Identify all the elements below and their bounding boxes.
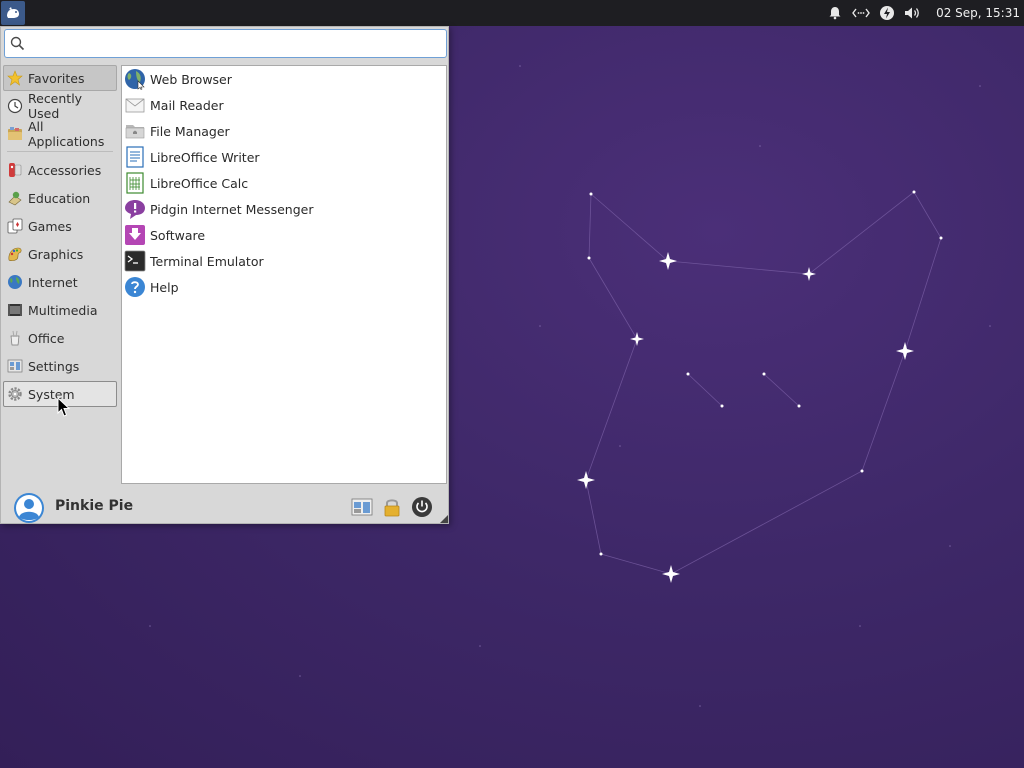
- writer-icon: [126, 146, 144, 168]
- category-all-applications[interactable]: All Applications: [3, 119, 117, 149]
- software-icon: [125, 225, 145, 245]
- notification-bell-icon[interactable]: [822, 0, 848, 26]
- resize-grip-icon[interactable]: [438, 513, 448, 523]
- app-label: Web Browser: [150, 71, 232, 87]
- category-recently-used[interactable]: Recently Used: [3, 91, 117, 121]
- app-web-browser[interactable]: Web Browser: [122, 66, 446, 92]
- network-icon[interactable]: [848, 0, 874, 26]
- office-icon: [10, 330, 20, 346]
- category-education[interactable]: Education: [3, 185, 117, 211]
- category-separator: [7, 151, 113, 152]
- category-graphics[interactable]: Graphics: [3, 241, 117, 267]
- category-label: Office: [28, 330, 65, 346]
- calc-icon: [126, 172, 144, 194]
- favorites-app-list: Web Browser Mail Reader File Manager Lib…: [121, 65, 447, 484]
- category-label: Accessories: [28, 162, 102, 178]
- mouse-pointer-icon: [57, 397, 71, 417]
- lock-icon: [384, 499, 400, 517]
- app-mail-reader[interactable]: Mail Reader: [122, 92, 446, 118]
- games-icon: [7, 218, 23, 234]
- app-label: Terminal Emulator: [150, 253, 264, 269]
- search-icon: [10, 36, 25, 51]
- category-office[interactable]: Office: [3, 325, 117, 351]
- mail-icon: [125, 98, 145, 113]
- app-help[interactable]: Help: [122, 274, 446, 300]
- app-file-manager[interactable]: File Manager: [122, 118, 446, 144]
- app-label: Mail Reader: [150, 97, 224, 113]
- web-browser-icon: [125, 69, 145, 90]
- folder-icon: [8, 127, 22, 140]
- category-label: Settings: [28, 358, 80, 374]
- category-label: Multimedia: [28, 302, 98, 318]
- menu-footer: Pinkie Pie: [1, 489, 448, 523]
- app-label: Help: [150, 279, 179, 295]
- multimedia-icon: [8, 304, 22, 316]
- app-label: Pidgin Internet Messenger: [150, 201, 314, 217]
- category-label: Games: [28, 218, 72, 234]
- top-panel: 02 Sep, 15:31: [0, 0, 1024, 26]
- system-tray: 02 Sep, 15:31: [822, 0, 1024, 26]
- avatar[interactable]: [13, 492, 45, 524]
- settings-icon: [7, 359, 23, 373]
- category-internet[interactable]: Internet: [3, 269, 117, 295]
- power-manager-icon[interactable]: [874, 0, 900, 26]
- app-pidgin[interactable]: Pidgin Internet Messenger: [122, 196, 446, 222]
- log-out-button[interactable]: [410, 495, 434, 519]
- settings-manager-button[interactable]: [350, 495, 374, 519]
- category-label: Graphics: [28, 246, 84, 262]
- whisker-menu-button[interactable]: [1, 1, 25, 25]
- app-label: LibreOffice Writer: [150, 149, 260, 165]
- globe-icon: [8, 275, 22, 289]
- clock-icon: [7, 98, 23, 114]
- app-label: File Manager: [150, 123, 230, 139]
- app-libreoffice-calc[interactable]: LibreOffice Calc: [122, 170, 446, 196]
- volume-icon[interactable]: [900, 0, 926, 26]
- education-icon: [8, 191, 22, 206]
- category-label: Favorites: [28, 70, 85, 86]
- category-list: Favorites Recently Used All Applications…: [3, 65, 117, 409]
- gear-icon: [8, 387, 22, 401]
- panel-clock[interactable]: 02 Sep, 15:31: [926, 6, 1024, 20]
- category-label: Education: [28, 190, 91, 206]
- xfce-mouse-icon: [7, 7, 19, 18]
- whisker-menu: Favorites Recently Used All Applications…: [0, 26, 449, 524]
- category-multimedia[interactable]: Multimedia: [3, 297, 117, 323]
- app-terminal-emulator[interactable]: Terminal Emulator: [122, 248, 446, 274]
- graphics-icon: [8, 247, 22, 261]
- category-settings[interactable]: Settings: [3, 353, 117, 379]
- file-manager-icon: [125, 125, 145, 139]
- search-input[interactable]: [29, 33, 439, 54]
- user-name: Pinkie Pie: [55, 498, 134, 514]
- settings-manager-icon: [351, 498, 373, 516]
- app-libreoffice-writer[interactable]: LibreOffice Writer: [122, 144, 446, 170]
- app-label: LibreOffice Calc: [150, 175, 249, 191]
- category-favorites[interactable]: Favorites: [3, 65, 117, 91]
- category-label: All Applications: [28, 119, 105, 149]
- category-label: Internet: [28, 274, 78, 290]
- search-box[interactable]: [4, 29, 447, 58]
- category-accessories[interactable]: Accessories: [3, 157, 117, 183]
- accessories-icon: [9, 163, 22, 177]
- star-icon: [7, 70, 23, 86]
- power-icon: [412, 497, 432, 517]
- category-games[interactable]: Games: [3, 213, 117, 239]
- help-icon: [125, 277, 145, 297]
- app-label: Software: [150, 227, 206, 243]
- app-software[interactable]: Software: [122, 222, 446, 248]
- lock-screen-button[interactable]: [380, 495, 404, 519]
- terminal-icon: [124, 250, 146, 272]
- category-label: Recently Used: [28, 91, 83, 121]
- pidgin-icon: [125, 200, 145, 219]
